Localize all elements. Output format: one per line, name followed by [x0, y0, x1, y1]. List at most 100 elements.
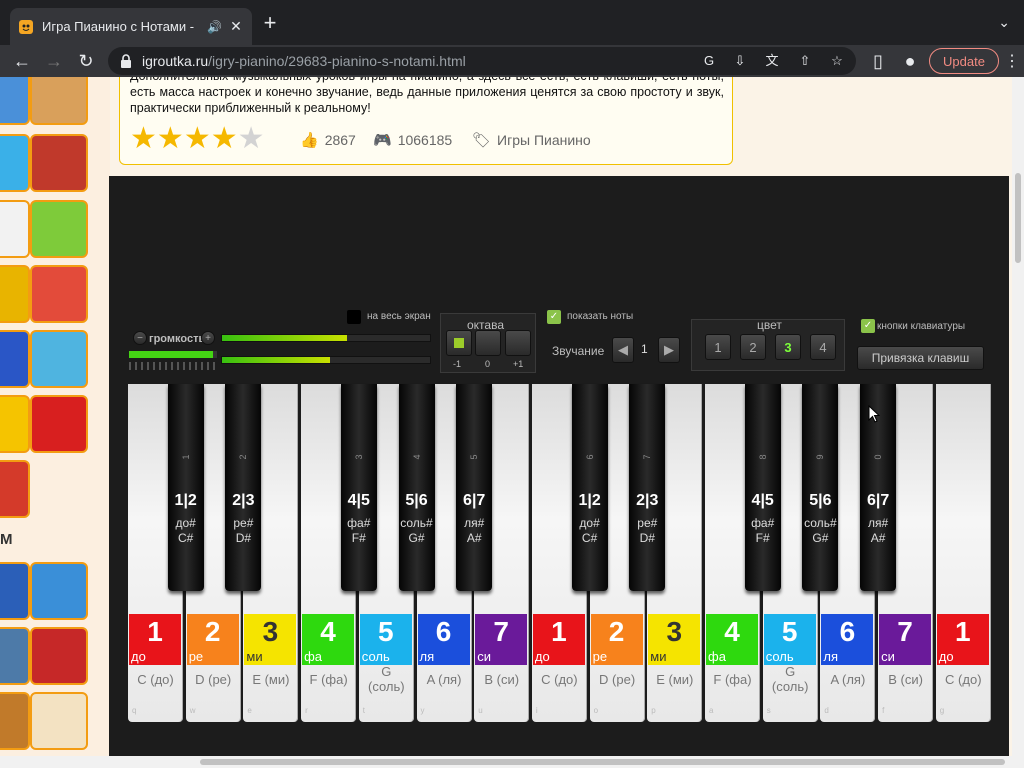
gamepad-icon: 🎮: [373, 132, 392, 149]
url-path: /igry-pianino/29683-pianino-s-notami.htm…: [208, 53, 466, 69]
address-bar[interactable]: igroutka.ru /igry-pianino/29683-pianino-…: [108, 47, 856, 75]
game-thumbnail[interactable]: [0, 562, 30, 620]
star-icon[interactable]: ★: [157, 124, 184, 154]
note-letter: C#: [581, 531, 598, 545]
vertical-scroll-thumb[interactable]: [1015, 173, 1021, 263]
star-icon[interactable]: ★: [211, 124, 238, 154]
game-thumbnail[interactable]: [0, 265, 30, 323]
note-name: F (фа): [713, 672, 752, 687]
game-thumbnail[interactable]: [30, 134, 88, 192]
black-key[interactable]: 6 1|2 до# C#: [571, 384, 608, 591]
category-link[interactable]: 🏷 Игры Пианино: [472, 131, 591, 149]
game-thumbnail[interactable]: [0, 330, 30, 388]
game-thumbnail[interactable]: [30, 265, 88, 323]
game-description: Дополнительных музыкальных уроков игры н…: [130, 77, 724, 115]
profile-icon[interactable]: ●: [894, 45, 926, 77]
rating-stars[interactable]: ★ ★ ★ ★ ★: [130, 124, 265, 154]
back-arrow-icon[interactable]: ←: [6, 45, 38, 77]
note-number: 5: [378, 616, 394, 647]
black-key[interactable]: 5 6|7 ля# A#: [456, 384, 493, 591]
new-tab-button[interactable]: +: [258, 12, 282, 36]
note-solfege: ля: [823, 649, 839, 664]
game-thumbnail[interactable]: [30, 627, 88, 685]
browser-tab[interactable]: Игра Пианино с Нотами - 🔊 ✕: [10, 8, 252, 45]
piano-keyboard[interactable]: 1 до C (до) q 2 ре D (ре) w 3 ми E (ми) e 4 фа F (фа) r…: [128, 384, 993, 729]
star-icon[interactable]: ★: [130, 124, 157, 154]
game-thumbnail[interactable]: [0, 200, 30, 258]
color-option-button[interactable]: 2: [740, 334, 766, 360]
install-icon[interactable]: ⇩: [732, 53, 748, 69]
note-solfege: ре#: [233, 516, 254, 530]
horizontal-scroll-thumb[interactable]: [200, 759, 1005, 765]
piano-game[interactable]: − громкость + на весь экран октава -1 0 …: [109, 176, 1009, 768]
note-solfege: соль#: [804, 516, 837, 530]
keyboard-shortcut: 3: [353, 454, 364, 460]
color-option-button[interactable]: 3: [775, 334, 801, 360]
fullscreen-checkbox[interactable]: [347, 310, 361, 324]
reload-icon[interactable]: ↻: [70, 45, 102, 77]
horizontal-scrollbar[interactable]: [0, 756, 1012, 768]
game-thumbnail[interactable]: [0, 395, 30, 453]
keyboard-buttons-checkbox[interactable]: ✓: [861, 319, 875, 333]
forward-arrow-icon[interactable]: →: [38, 45, 70, 77]
octave-plus-button[interactable]: [505, 330, 531, 356]
black-key[interactable]: 7 2|3 ре# D#: [629, 384, 666, 591]
keyboard-shortcut: o: [593, 706, 599, 715]
note-number: 5: [781, 616, 798, 647]
update-button[interactable]: Update: [929, 48, 999, 74]
close-tab-icon[interactable]: ✕: [228, 18, 244, 35]
note-color-block: 1 до: [129, 614, 181, 665]
game-thumbnail[interactable]: [30, 77, 88, 125]
octave-zero-button[interactable]: [475, 330, 501, 356]
game-thumbnail[interactable]: [30, 200, 88, 258]
note-color-block: 7 си: [475, 614, 528, 665]
sound-prev-button[interactable]: ◀: [612, 337, 634, 363]
black-key[interactable]: 3 4|5 фа# F#: [340, 384, 377, 591]
black-key[interactable]: 4 5|6 соль# G#: [398, 384, 435, 591]
likes-count[interactable]: 👍 2867: [300, 131, 356, 149]
bookmark-star-icon[interactable]: ☆: [829, 53, 845, 69]
speaker-icon[interactable]: 🔊: [207, 20, 222, 34]
color-option-button[interactable]: 1: [705, 334, 731, 360]
google-icon[interactable]: G: [701, 53, 717, 69]
black-key[interactable]: 2 2|3 ре# D#: [225, 384, 262, 591]
translate-icon[interactable]: 文: [764, 53, 780, 69]
octave-minus-button[interactable]: [446, 330, 472, 356]
note-solfege: ре: [592, 649, 608, 664]
note-letter: D#: [235, 531, 252, 545]
star-icon[interactable]: ★: [238, 124, 265, 154]
game-thumbnail[interactable]: [0, 460, 30, 518]
web-page: М Дополнительных музыкальных уроков игры…: [0, 77, 1024, 768]
more-menu-icon[interactable]: ⋮: [1004, 51, 1020, 71]
note-solfege: до#: [579, 516, 600, 530]
volume-plus-button[interactable]: +: [201, 331, 215, 345]
game-thumbnail[interactable]: [30, 395, 88, 453]
black-key[interactable]: 1 1|2 до# C#: [167, 384, 204, 591]
game-thumbnail[interactable]: [30, 330, 88, 388]
game-thumbnail[interactable]: [30, 562, 88, 620]
share-icon[interactable]: ⇧: [797, 53, 813, 69]
black-key[interactable]: 8 4|5 фа# F#: [744, 384, 781, 591]
vertical-scrollbar[interactable]: [1012, 77, 1024, 768]
color-option-button[interactable]: 4: [810, 334, 836, 360]
note-number: 1: [551, 616, 567, 647]
note-solfege: ми: [650, 649, 667, 664]
sidebar-toggle-icon[interactable]: ▯: [862, 45, 894, 77]
volume-slider[interactable]: [129, 351, 217, 358]
note-letter: F#: [351, 531, 366, 545]
bind-keys-button[interactable]: Привязка клавиш: [857, 346, 984, 370]
volume-minus-button[interactable]: −: [133, 331, 147, 345]
sound-next-button[interactable]: ▶: [658, 337, 680, 363]
show-notes-checkbox[interactable]: ✓: [547, 310, 561, 324]
black-key[interactable]: 9 5|6 соль# G#: [802, 384, 839, 591]
game-thumbnail[interactable]: [30, 692, 88, 750]
game-thumbnail[interactable]: [0, 692, 30, 750]
game-thumbnail[interactable]: [0, 134, 30, 192]
star-icon[interactable]: ★: [184, 124, 211, 154]
white-key[interactable]: 1 до C (до) g: [935, 384, 991, 722]
chevron-down-icon[interactable]: ⌄: [998, 14, 1010, 31]
note-color-block: 2 ре: [590, 614, 643, 665]
game-thumbnail[interactable]: [0, 627, 30, 685]
note-number: 2: [608, 616, 625, 647]
game-thumbnail[interactable]: [0, 77, 30, 125]
